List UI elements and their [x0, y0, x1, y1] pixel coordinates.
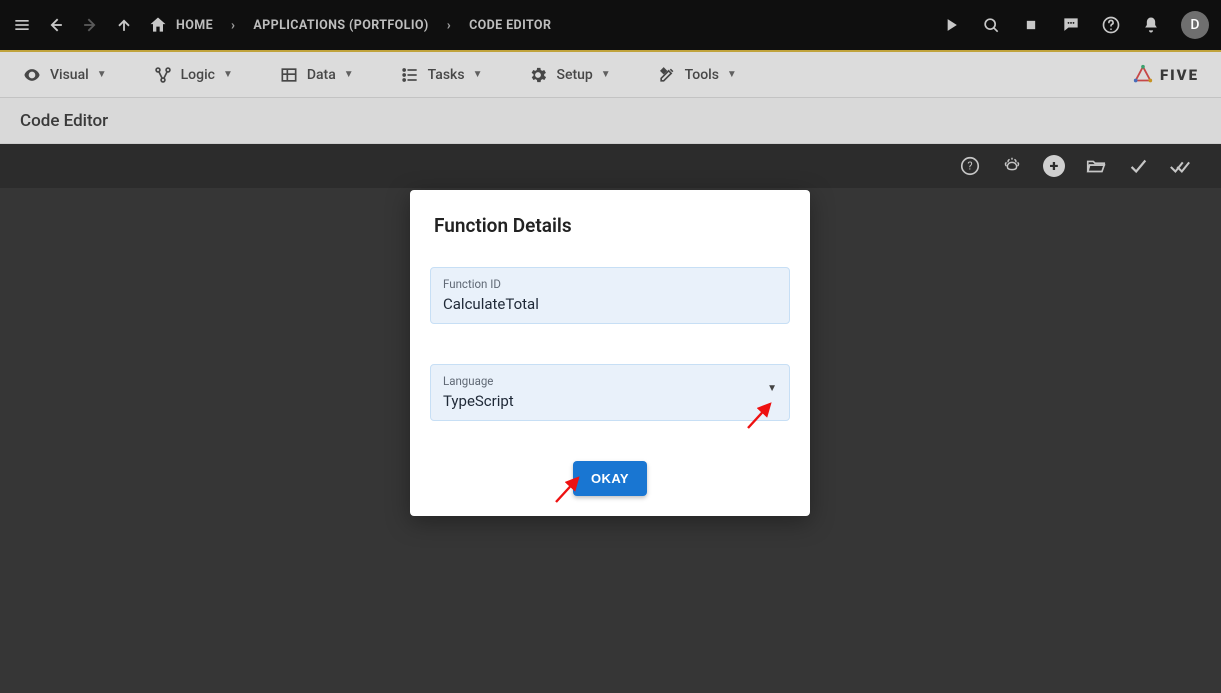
nav-back-icon[interactable]: [46, 15, 66, 35]
function-id-field[interactable]: Function ID CalculateTotal: [430, 267, 790, 324]
avatar[interactable]: D: [1181, 11, 1209, 39]
bell-icon[interactable]: [1141, 15, 1161, 35]
breadcrumb-label: APPLICATIONS (PORTFOLIO): [253, 18, 428, 33]
dialog-actions: OKAY: [430, 461, 790, 496]
breadcrumb-label: CODE EDITOR: [469, 18, 551, 33]
breadcrumb-applications[interactable]: APPLICATIONS (PORTFOLIO): [253, 18, 428, 33]
chevron-down-icon: ▼: [767, 383, 777, 394]
nav-forward-icon: [80, 15, 100, 35]
stop-icon[interactable]: [1021, 15, 1041, 35]
search-icon[interactable]: [981, 15, 1001, 35]
top-app-bar: HOME › APPLICATIONS (PORTFOLIO) › CODE E…: [0, 0, 1221, 52]
avatar-initial: D: [1190, 17, 1199, 33]
breadcrumb-label: HOME: [176, 18, 213, 33]
function-id-value: CalculateTotal: [443, 295, 777, 313]
okay-button[interactable]: OKAY: [573, 461, 647, 496]
play-icon[interactable]: [941, 15, 961, 35]
home-icon: [148, 15, 168, 35]
field-label: Language: [443, 374, 777, 388]
topbar-actions: D: [941, 11, 1209, 39]
language-field[interactable]: Language TypeScript ▼: [430, 364, 790, 421]
chevron-right-icon: ›: [447, 18, 451, 33]
hamburger-icon[interactable]: [12, 15, 32, 35]
nav-icon-group: [12, 15, 134, 35]
breadcrumb: HOME › APPLICATIONS (PORTFOLIO) › CODE E…: [148, 15, 551, 35]
chat-icon[interactable]: [1061, 15, 1081, 35]
breadcrumb-code-editor[interactable]: CODE EDITOR: [469, 18, 551, 33]
function-details-dialog: Function Details Function ID CalculateTo…: [410, 190, 810, 516]
help-icon[interactable]: [1101, 15, 1121, 35]
chevron-right-icon: ›: [231, 18, 235, 33]
language-value: TypeScript: [443, 392, 777, 410]
breadcrumb-home[interactable]: HOME: [148, 15, 213, 35]
dialog-title: Function Details: [430, 214, 790, 237]
field-label: Function ID: [443, 277, 777, 291]
nav-up-icon[interactable]: [114, 15, 134, 35]
